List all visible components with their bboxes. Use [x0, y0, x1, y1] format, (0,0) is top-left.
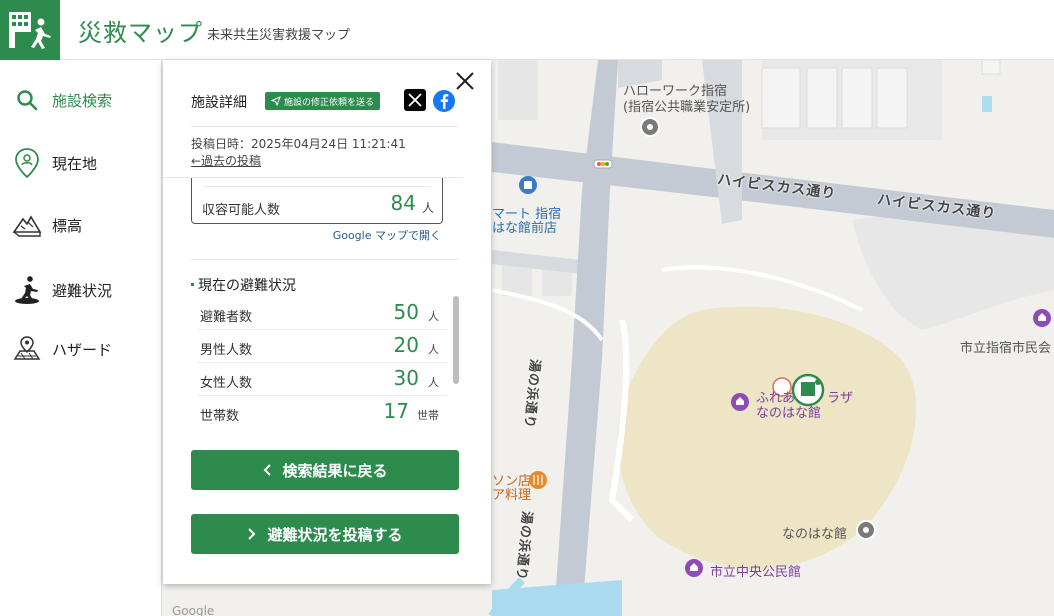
google-maps-link[interactable]: Google マップで開く [333, 227, 441, 243]
app-header: 災救マップ 未来共生災害救援マップ [0, 0, 1054, 60]
location-pin-icon [12, 148, 42, 179]
past-posts-link[interactable]: ←過去の投稿 [191, 152, 261, 169]
back-to-results-label: 検索結果に戻る [282, 461, 388, 480]
evacuation-building-icon [9, 12, 51, 49]
map-label-mart-sub: はな館前店 [492, 221, 558, 236]
map-label-shimin-kaikan: 市立指宿市民会 [960, 341, 1052, 356]
stat-unit: 世帯 [417, 409, 439, 422]
capacity-label: 収容可能人数 [202, 203, 281, 218]
map-label-nanohana: なのはな館 [782, 527, 848, 542]
stat-row-male: 男性人数 20 人 [197, 331, 447, 363]
close-button[interactable] [453, 69, 477, 93]
sidebar: 施設検索 現在地 標高 避難状況 ハザード [0, 60, 162, 616]
status-section-title: 現在の避難状況 [198, 278, 296, 294]
stat-value: 50 [393, 300, 419, 324]
close-icon [456, 72, 474, 90]
stat-row-households: 世帯数 17 世帯 [197, 397, 447, 429]
stat-label: 男性人数 [200, 343, 253, 358]
sidebar-item-label: ハザード [52, 340, 113, 359]
sidebar-item-current-location[interactable]: 現在地 [0, 138, 162, 188]
stat-unit: 人 [428, 376, 439, 389]
facebook-logo-icon [440, 94, 449, 109]
evacuation-status-icon [12, 275, 42, 305]
facility-detail-panel: 施設詳細 施設の修正依頼を送る 投稿日時：2025年04月24日 11:21:4… [163, 60, 491, 584]
sidebar-item-facility-search[interactable]: 施設検索 [0, 75, 162, 125]
section-bullet [191, 283, 194, 286]
elevation-icon [12, 210, 42, 240]
divider [204, 186, 430, 187]
app-logo[interactable] [0, 0, 60, 60]
hazard-map-icon [12, 334, 42, 364]
capacity-unit: 人 [421, 201, 434, 215]
stat-row-female: 女性人数 30 人 [197, 364, 447, 396]
share-x-button[interactable] [404, 89, 426, 111]
capacity-box: 収容可能人数 84 人 [191, 178, 443, 224]
panel-scrollbar[interactable] [453, 296, 459, 384]
fix-request-label: 施設の修正依頼を送る [284, 97, 375, 108]
stat-value: 20 [393, 333, 419, 357]
stat-label: 女性人数 [200, 376, 253, 391]
fix-request-button[interactable]: 施設の修正依頼を送る [265, 92, 381, 110]
chevron-left-icon [264, 464, 272, 476]
stat-label: 世帯数 [200, 409, 240, 424]
capacity-value: 84 [390, 191, 416, 215]
sidebar-item-label: 現在地 [52, 154, 98, 173]
app-title: 災救マップ [78, 19, 203, 47]
sidebar-item-label: 避難状況 [52, 281, 113, 300]
stat-label: 避難者数 [200, 310, 253, 325]
post-status-label: 避難状況を投稿する [267, 525, 403, 544]
map-label-fureai-2: ラザ [827, 391, 854, 406]
sidebar-item-elevation[interactable]: 標高 [0, 200, 162, 250]
map-label-restaurant-2: ア料理 [492, 488, 532, 503]
send-icon [271, 96, 281, 106]
post-timestamp: 投稿日時：2025年04月24日 11:21:41 [191, 137, 406, 151]
sidebar-item-evacuation-status[interactable]: 避難状況 [0, 265, 162, 315]
share-facebook-button[interactable] [433, 90, 455, 112]
stat-unit: 人 [428, 310, 439, 323]
divider [191, 259, 459, 260]
stat-value: 17 [383, 399, 409, 423]
stat-value: 30 [393, 366, 419, 390]
chevron-right-icon [248, 528, 256, 540]
back-to-results-button[interactable]: 検索結果に戻る [191, 450, 459, 490]
stat-row-evacuees: 避難者数 50 人 [197, 298, 447, 330]
sidebar-item-hazard[interactable]: ハザード [0, 324, 162, 374]
divider [191, 126, 459, 127]
post-status-button[interactable]: 避難状況を投稿する [191, 514, 459, 554]
sidebar-item-label: 標高 [52, 216, 83, 235]
app-subtitle: 未来共生災害救援マップ [207, 28, 351, 43]
sidebar-item-label: 施設検索 [52, 91, 113, 110]
stat-unit: 人 [428, 343, 439, 356]
map-label-chuo-kominkan: 市立中央公民館 [710, 565, 802, 580]
map-label-fureai-3: なのはな館 [756, 406, 822, 421]
panel-title: 施設詳細 [191, 95, 247, 111]
search-icon [12, 85, 42, 115]
x-logo-icon [408, 93, 422, 107]
map-label-hellowork-sub: (指宿公共職業安定所) [623, 100, 751, 115]
google-watermark: Google [172, 604, 215, 616]
